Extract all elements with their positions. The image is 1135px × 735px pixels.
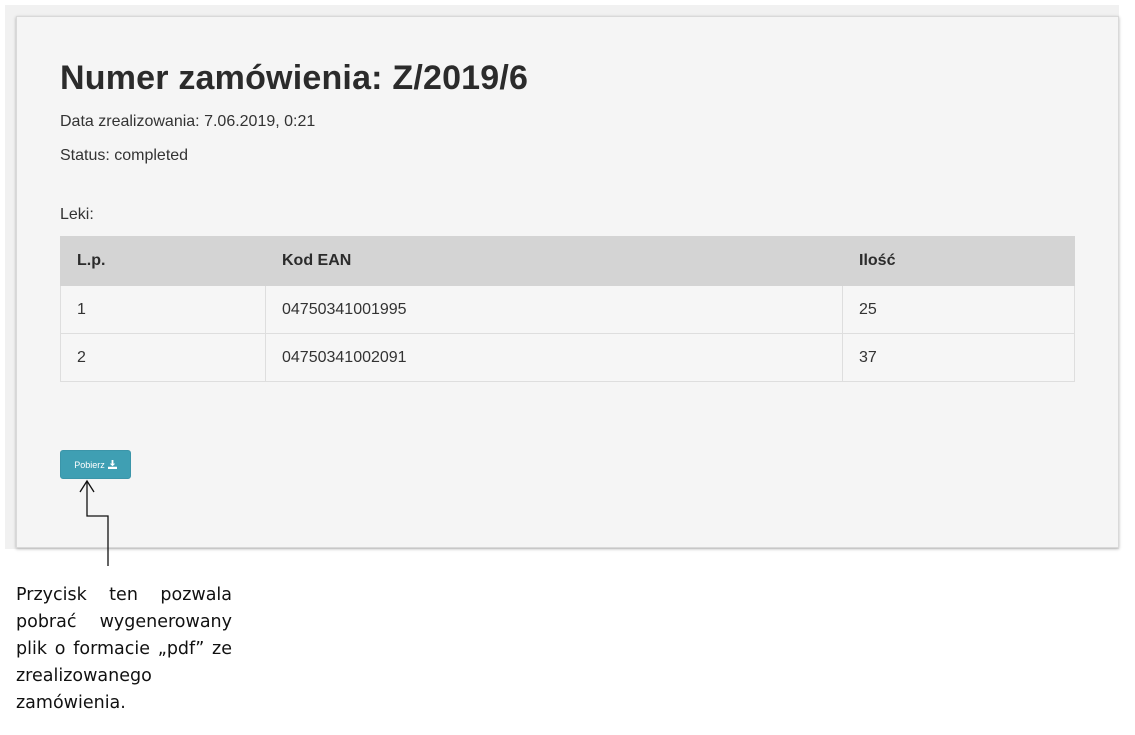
- order-status: Status: completed: [60, 147, 189, 164]
- column-header-ean: Kod EAN: [265, 236, 843, 286]
- column-header-quantity: Ilość: [842, 236, 1075, 286]
- column-header-lp: L.p.: [60, 236, 266, 286]
- annotation-text: Przycisk ten pozwala pobrać wygenerowany…: [16, 585, 232, 713]
- items-table: L.p. Kod EAN Ilość 1 04750341001995 25 2…: [60, 236, 1075, 382]
- download-button-label: Pobierz: [74, 459, 105, 470]
- order-date: Data zrealizowania: 7.06.2019, 0:21: [60, 113, 316, 130]
- cell-quantity: 25: [842, 285, 1075, 334]
- page-title: Numer zamówienia: Z/2019/6: [60, 59, 529, 97]
- order-details-card: Numer zamówienia: Z/2019/6 Data zrealizo…: [16, 16, 1119, 548]
- items-label: Leki:: [60, 206, 94, 223]
- table-row: 2 04750341002091 37: [60, 333, 1075, 382]
- download-button[interactable]: Pobierz: [60, 450, 131, 479]
- screenshot-frame: Numer zamówienia: Z/2019/6 Data zrealizo…: [5, 5, 1119, 549]
- download-icon: [107, 460, 117, 469]
- cell-ean: 04750341002091: [265, 333, 843, 382]
- cell-quantity: 37: [842, 333, 1075, 382]
- cell-ean: 04750341001995: [265, 285, 843, 334]
- table-header-row: L.p. Kod EAN Ilość: [60, 236, 1075, 286]
- cell-lp: 1: [60, 285, 266, 334]
- cell-lp: 2: [60, 333, 266, 382]
- table-row: 1 04750341001995 25: [60, 285, 1075, 334]
